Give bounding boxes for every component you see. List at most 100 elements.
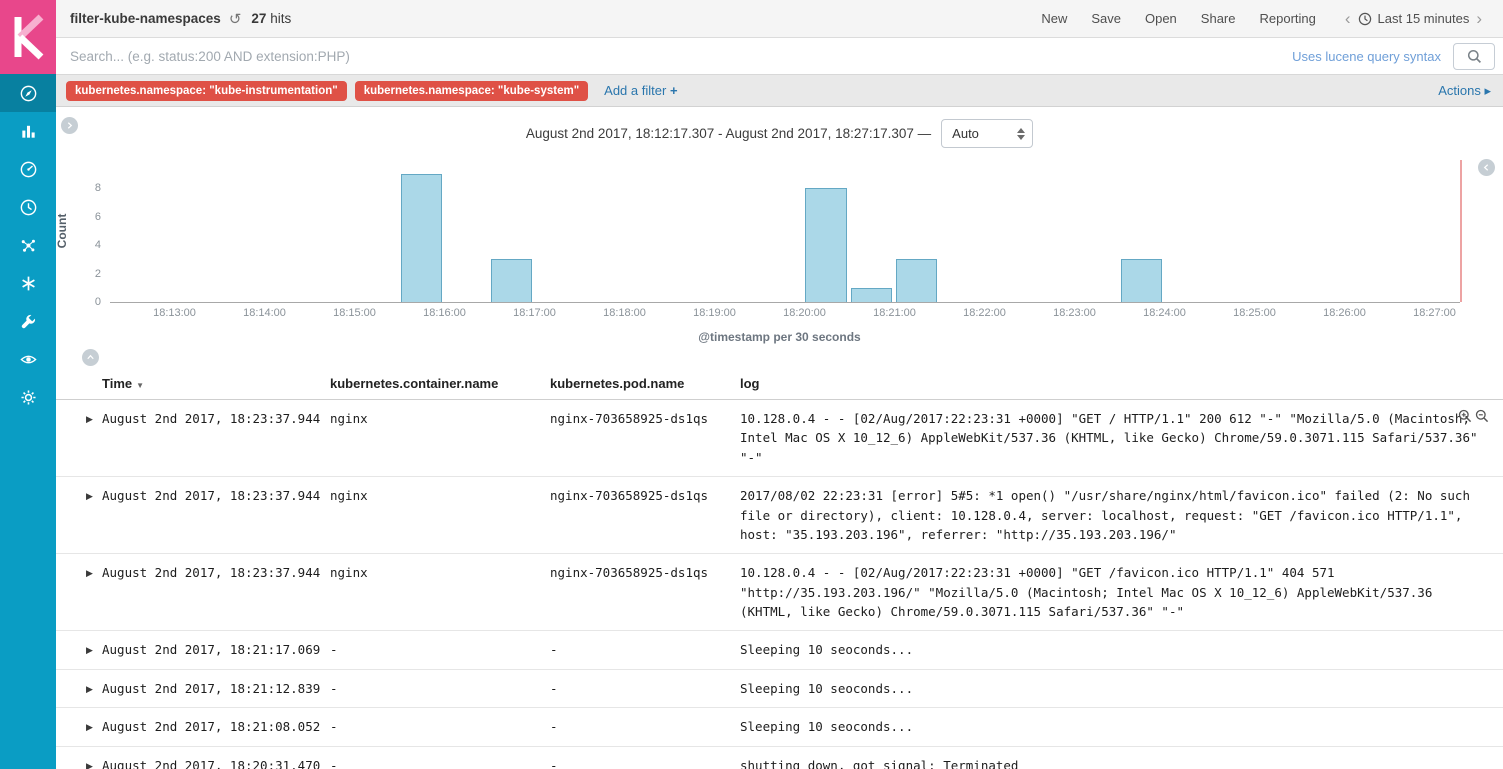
cell-log: shutting down, got signal: Terminated xyxy=(740,757,1019,769)
menu-new-button[interactable]: New xyxy=(1041,11,1067,26)
column-header-time[interactable]: Time ▼ xyxy=(102,376,330,391)
filter-actions-link[interactable]: Actions ▸ xyxy=(1438,83,1491,99)
collapse-chart-button[interactable] xyxy=(82,349,99,366)
chart-time-range: August 2nd 2017, 18:12:17.307 - August 2… xyxy=(525,126,932,141)
sparkle-icon xyxy=(19,274,38,293)
search-icon xyxy=(1467,49,1481,63)
time-forward-icon[interactable]: › xyxy=(1469,10,1489,27)
column-header-log[interactable]: log xyxy=(740,376,1485,391)
sidebar-item-timelion[interactable] xyxy=(0,188,56,226)
doc-table-body: ▶ August 2nd 2017, 18:23:37.944 nginx nginx… xyxy=(56,400,1503,769)
search-input[interactable] xyxy=(56,38,1293,74)
collapse-right-button[interactable] xyxy=(1478,159,1495,176)
topbar-menu: New Save Open Share Reporting xyxy=(1041,11,1316,26)
sidebar-item-monitoring[interactable] xyxy=(0,340,56,378)
timepicker-button[interactable]: Last 15 minutes xyxy=(1358,11,1469,26)
compass-icon xyxy=(19,84,38,103)
table-row[interactable]: ▶ August 2nd 2017, 18:21:17.069- - Sleeping… xyxy=(56,631,1503,670)
sidebar-item-dev-tools[interactable] xyxy=(0,302,56,340)
sidebar-item-machine-learning[interactable] xyxy=(0,264,56,302)
zoom-out-icon[interactable] xyxy=(1475,409,1489,423)
histogram-bar[interactable] xyxy=(895,259,938,302)
cell-log: Sleeping 10 seoconds... xyxy=(740,642,914,658)
time-back-icon[interactable]: ‹ xyxy=(1338,10,1358,27)
column-header-container[interactable]: kubernetes.container.name xyxy=(330,376,550,391)
menu-save-button[interactable]: Save xyxy=(1091,11,1121,26)
search-button[interactable] xyxy=(1453,42,1495,70)
x-axis-tick: 18:21:00 xyxy=(873,307,916,319)
refresh-icon[interactable]: ↺ xyxy=(229,10,242,28)
histogram-bar[interactable] xyxy=(400,174,443,302)
y-axis-tick: 0 xyxy=(94,296,101,308)
add-filter-link[interactable]: Add a filter + xyxy=(604,83,677,98)
expand-row-icon[interactable]: ▶ xyxy=(86,563,102,621)
menu-open-button[interactable]: Open xyxy=(1145,11,1177,26)
zoom-in-icon[interactable] xyxy=(1458,409,1472,423)
x-axis: 18:13:00 18:14:00 18:15:00 18:16:00 18:17:00… xyxy=(110,307,1460,321)
hits-label: hits xyxy=(270,11,292,26)
filter-pill-0[interactable]: kubernetes.namespace: "kube-instrumentat… xyxy=(66,80,347,101)
collapse-sidebar-button[interactable] xyxy=(61,117,78,134)
cell-time: August 2nd 2017, 18:23:37.944 xyxy=(102,411,321,426)
histogram-bar[interactable] xyxy=(850,287,893,302)
expand-row-icon[interactable]: ▶ xyxy=(86,717,102,736)
table-row[interactable]: ▶ August 2nd 2017, 18:23:37.944 nginx nginx… xyxy=(56,554,1503,632)
column-header-pod[interactable]: kubernetes.pod.name xyxy=(550,376,740,391)
add-filter-label: Add a filter xyxy=(604,83,667,98)
cell-container: nginx xyxy=(330,565,368,581)
lucene-syntax-link[interactable]: Uses lucene query syntax xyxy=(1292,49,1441,64)
filter-pill-1[interactable]: kubernetes.namespace: "kube-system" xyxy=(354,80,589,101)
cell-container: - xyxy=(330,757,338,769)
expand-row-icon[interactable]: ▶ xyxy=(86,679,102,698)
kibana-logo[interactable] xyxy=(0,0,56,74)
expand-row-icon[interactable]: ▶ xyxy=(86,409,102,467)
cell-pod: nginx-703658925-ds1qs xyxy=(550,565,709,581)
time-column-label: Time xyxy=(102,376,133,391)
x-axis-tick: 18:22:00 xyxy=(963,307,1006,319)
interval-select[interactable]: Auto xyxy=(941,119,1034,148)
cell-time: August 2nd 2017, 18:21:08.052 xyxy=(102,719,321,735)
wrench-icon xyxy=(19,312,38,331)
sidebar-item-graph[interactable] xyxy=(0,226,56,264)
x-axis-tick: 18:16:00 xyxy=(423,307,466,319)
sidebar-item-dashboard[interactable] xyxy=(0,150,56,188)
menu-share-button[interactable]: Share xyxy=(1201,11,1236,26)
filter-pills: kubernetes.namespace: "kube-instrumentat… xyxy=(66,80,589,101)
gear-icon xyxy=(19,388,38,407)
cell-log: 10.128.0.4 - - [02/Aug/2017:22:23:31 +00… xyxy=(740,411,1486,465)
cell-time: August 2nd 2017, 18:23:37.944 xyxy=(102,488,321,504)
graph-icon xyxy=(19,236,38,255)
interval-value: Auto xyxy=(952,126,979,141)
x-axis-tick: 18:25:00 xyxy=(1233,307,1276,319)
filter-bar: kubernetes.namespace: "kube-instrumentat… xyxy=(56,75,1503,107)
y-axis-tick: 2 xyxy=(94,267,101,280)
table-row[interactable]: ▶ August 2nd 2017, 18:23:37.944 nginx nginx… xyxy=(56,477,1503,555)
main-column: filter-kube-namespaces ↺ 27 hits New Save… xyxy=(56,0,1503,769)
cell-container: nginx xyxy=(330,411,368,426)
histogram-bar[interactable] xyxy=(1120,259,1163,302)
table-row[interactable]: ▶ August 2nd 2017, 18:20:31.470- - shutting… xyxy=(56,747,1503,769)
table-row[interactable]: ▶ August 2nd 2017, 18:23:37.944 nginx nginx… xyxy=(56,400,1503,478)
gauge-icon xyxy=(19,160,38,179)
sidebar-item-visualize[interactable] xyxy=(0,112,56,150)
cell-log: Sleeping 10 seoconds... xyxy=(740,680,914,696)
x-axis-tick: 18:23:00 xyxy=(1053,307,1096,319)
cell-container: nginx xyxy=(330,488,368,504)
histogram-bar[interactable] xyxy=(805,188,848,302)
table-row[interactable]: ▶ August 2nd 2017, 18:21:12.839- - Sleeping… xyxy=(56,670,1503,709)
expand-row-icon[interactable]: ▶ xyxy=(86,486,102,544)
x-axis-tick: 18:24:00 xyxy=(1143,307,1186,319)
cell-time: August 2nd 2017, 18:21:12.839 xyxy=(102,680,321,696)
chevron-right-icon xyxy=(67,122,73,129)
menu-reporting-button[interactable]: Reporting xyxy=(1260,11,1316,26)
cell-log: 2017/08/02 22:23:31 [error] 5#5: *1 open… xyxy=(740,488,1478,542)
sidebar-item-management[interactable] xyxy=(0,378,56,416)
expand-row-icon[interactable]: ▶ xyxy=(86,640,102,659)
sidebar-item-discover[interactable] xyxy=(0,74,56,112)
histogram-bar[interactable] xyxy=(490,259,533,302)
expand-row-icon[interactable]: ▶ xyxy=(86,756,102,769)
x-axis-tick: 18:18:00 xyxy=(603,307,646,319)
y-axis-tick: 4 xyxy=(94,239,101,252)
eye-icon xyxy=(19,350,38,369)
table-row[interactable]: ▶ August 2nd 2017, 18:21:08.052- - Sleeping… xyxy=(56,708,1503,747)
